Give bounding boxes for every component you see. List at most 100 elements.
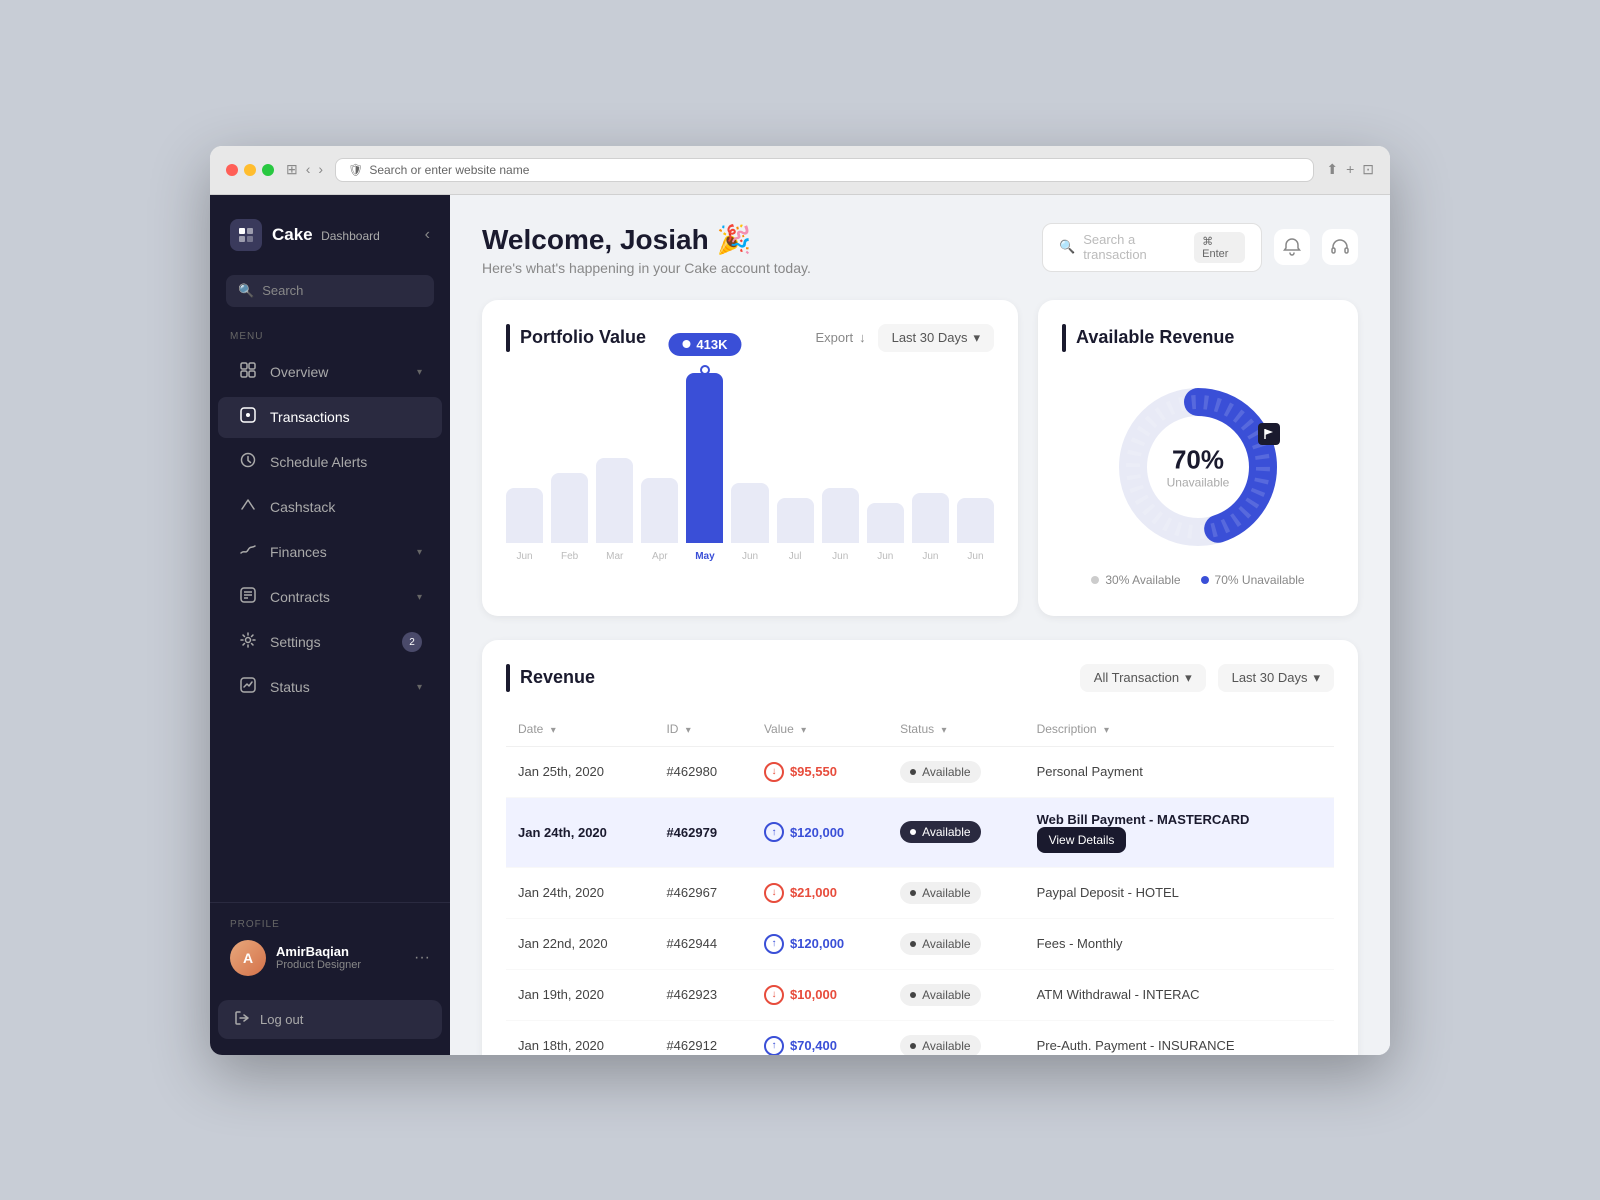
sidebar-item-finances[interactable]: Finances ▾ <box>218 532 442 573</box>
bar-label-0: Jun <box>516 551 532 562</box>
tooltip-value: 413K <box>696 337 727 352</box>
status-badge: Available <box>900 1035 980 1055</box>
sidebar-toggle-icon[interactable]: ⊞ <box>286 161 298 178</box>
portfolio-chart: Jun Feb Mar <box>506 372 994 592</box>
bar-group-2: Mar <box>596 458 633 562</box>
bar-label-3: Apr <box>652 551 668 562</box>
view-details-tooltip[interactable]: View Details <box>1037 827 1127 853</box>
portfolio-filter-button[interactable]: Last 30 Days ▾ <box>878 324 994 352</box>
forward-icon[interactable]: › <box>318 161 323 178</box>
share-icon[interactable]: ⬆ <box>1326 161 1338 178</box>
status-dot <box>910 992 916 998</box>
status-icon <box>238 677 258 698</box>
contracts-icon <box>238 587 258 608</box>
close-dot[interactable] <box>226 164 238 176</box>
legend-available-label: 30% Available <box>1105 573 1180 587</box>
logout-button[interactable]: Log out <box>218 1000 442 1039</box>
browser-url-bar[interactable]: 🛡 Search or enter website name <box>335 158 1314 182</box>
minimize-dot[interactable] <box>244 164 256 176</box>
col-header-value[interactable]: Value ▾ <box>752 712 888 747</box>
col-header-description[interactable]: Description ▾ <box>1025 712 1334 747</box>
desc-sort-icon: ▾ <box>1104 725 1109 736</box>
page-subtitle: Here's what's happening in your Cake acc… <box>482 260 811 276</box>
donut-label: Unavailable <box>1167 475 1230 489</box>
legend-unavailable-label: 70% Unavailable <box>1215 573 1305 587</box>
tooltip-dot <box>682 340 690 348</box>
main-content: Welcome, Josiah 🎉 Here's what's happenin… <box>450 195 1390 1055</box>
sidebar-logo: Cake Dashboard <box>230 219 380 251</box>
new-tab-icon[interactable]: + <box>1346 161 1354 178</box>
schedule-alerts-label: Schedule Alerts <box>270 454 422 470</box>
transaction-search-bar[interactable]: 🔍 Search a transaction ⌘ Enter <box>1042 223 1262 272</box>
sidebar: Cake Dashboard ‹ 🔍 Search MENU Overview … <box>210 195 450 1055</box>
bar-group-9: Jun <box>912 493 949 562</box>
table-row[interactable]: Jan 22nd, 2020 #462944 ↑ $120,000 Availa… <box>506 918 1334 969</box>
table-row[interactable]: Jan 24th, 2020 #462979 ↑ $120,000 Availa… <box>506 797 1334 867</box>
page-header: Welcome, Josiah 🎉 Here's what's happenin… <box>482 223 1358 276</box>
sidebar-item-overview[interactable]: Overview ▾ <box>218 352 442 393</box>
table-row[interactable]: Jan 18th, 2020 #462912 ↑ $70,400 Availab… <box>506 1020 1334 1055</box>
cmd-badge: ⌘ Enter <box>1194 232 1245 263</box>
col-header-id[interactable]: ID ▾ <box>654 712 751 747</box>
cell-date: Jan 18th, 2020 <box>506 1020 654 1055</box>
back-icon[interactable]: ‹ <box>306 161 311 178</box>
page-title-section: Welcome, Josiah 🎉 Here's what's happenin… <box>482 223 811 276</box>
date-sort-icon: ▾ <box>551 725 556 736</box>
cell-id: #462979 <box>654 797 751 867</box>
bar-1 <box>551 473 588 543</box>
cell-status: Available <box>888 797 1024 867</box>
status-dot <box>910 1043 916 1049</box>
logout-icon <box>234 1010 250 1029</box>
cards-row: Portfolio Value Export ↓ Last 30 Days ▾ <box>482 300 1358 616</box>
legend-available: 30% Available <box>1091 573 1180 587</box>
status-dot <box>910 890 916 896</box>
page-title: Welcome, Josiah 🎉 <box>482 223 811 256</box>
bar-label-5: Jun <box>742 551 758 562</box>
sidebar-item-status[interactable]: Status ▾ <box>218 667 442 708</box>
revenue-accent <box>1062 324 1066 352</box>
collapse-sidebar-button[interactable]: ‹ <box>425 226 430 244</box>
cell-value: ↓ $95,550 <box>752 746 888 797</box>
headset-button[interactable] <box>1322 229 1358 265</box>
search-placeholder-text: Search a transaction <box>1083 232 1186 262</box>
bar-0 <box>506 488 543 543</box>
last-30-days-filter-button[interactable]: Last 30 Days ▾ <box>1218 664 1334 692</box>
browser-dots <box>226 164 274 176</box>
status-arrow-icon: ▾ <box>417 682 422 693</box>
sidebar-item-schedule-alerts[interactable]: Schedule Alerts <box>218 442 442 483</box>
bar-group-8: Jun <box>867 503 904 562</box>
bar-group-7: Jun <box>822 488 859 562</box>
notifications-button[interactable] <box>1274 229 1310 265</box>
contracts-label: Contracts <box>270 589 405 605</box>
profile-menu-icon[interactable]: ··· <box>414 949 430 967</box>
settings-badge: 2 <box>402 632 422 652</box>
status-badge: Available <box>900 761 980 783</box>
col-header-status[interactable]: Status ▾ <box>888 712 1024 747</box>
tabs-icon[interactable]: ⊡ <box>1362 161 1374 178</box>
sidebar-item-contracts[interactable]: Contracts ▾ <box>218 577 442 618</box>
export-button[interactable]: Export ↓ <box>816 330 866 345</box>
sidebar-search[interactable]: 🔍 Search <box>226 275 434 307</box>
bar-label-10: Jun <box>967 551 983 562</box>
table-row[interactable]: Jan 25th, 2020 #462980 ↓ $95,550 Availab… <box>506 746 1334 797</box>
sidebar-item-settings[interactable]: Settings 2 <box>218 622 442 663</box>
table-row[interactable]: Jan 19th, 2020 #462923 ↓ $10,000 Availab… <box>506 969 1334 1020</box>
overview-icon <box>238 362 258 383</box>
bar-10 <box>957 498 994 543</box>
finances-arrow-icon: ▾ <box>417 547 422 558</box>
maximize-dot[interactable] <box>262 164 274 176</box>
revenue-table-card: Revenue All Transaction ▾ Last 30 Days ▾ <box>482 640 1358 1055</box>
cashstack-icon <box>238 497 258 518</box>
col-header-date[interactable]: Date ▾ <box>506 712 654 747</box>
cmd-text: ⌘ Enter <box>1202 235 1237 260</box>
bar-label-8: Jun <box>877 551 893 562</box>
table-row[interactable]: Jan 24th, 2020 #462967 ↓ $21,000 Availab… <box>506 867 1334 918</box>
revenue-table-title: Revenue <box>520 667 595 688</box>
cell-date: Jan 24th, 2020 <box>506 797 654 867</box>
logo-sub: Dashboard <box>321 229 380 243</box>
status-sort-icon: ▾ <box>941 725 946 736</box>
donut-percentage: 70% <box>1167 444 1230 475</box>
all-transaction-filter-button[interactable]: All Transaction ▾ <box>1080 664 1206 692</box>
sidebar-item-transactions[interactable]: Transactions <box>218 397 442 438</box>
sidebar-item-cashstack[interactable]: Cashstack <box>218 487 442 528</box>
